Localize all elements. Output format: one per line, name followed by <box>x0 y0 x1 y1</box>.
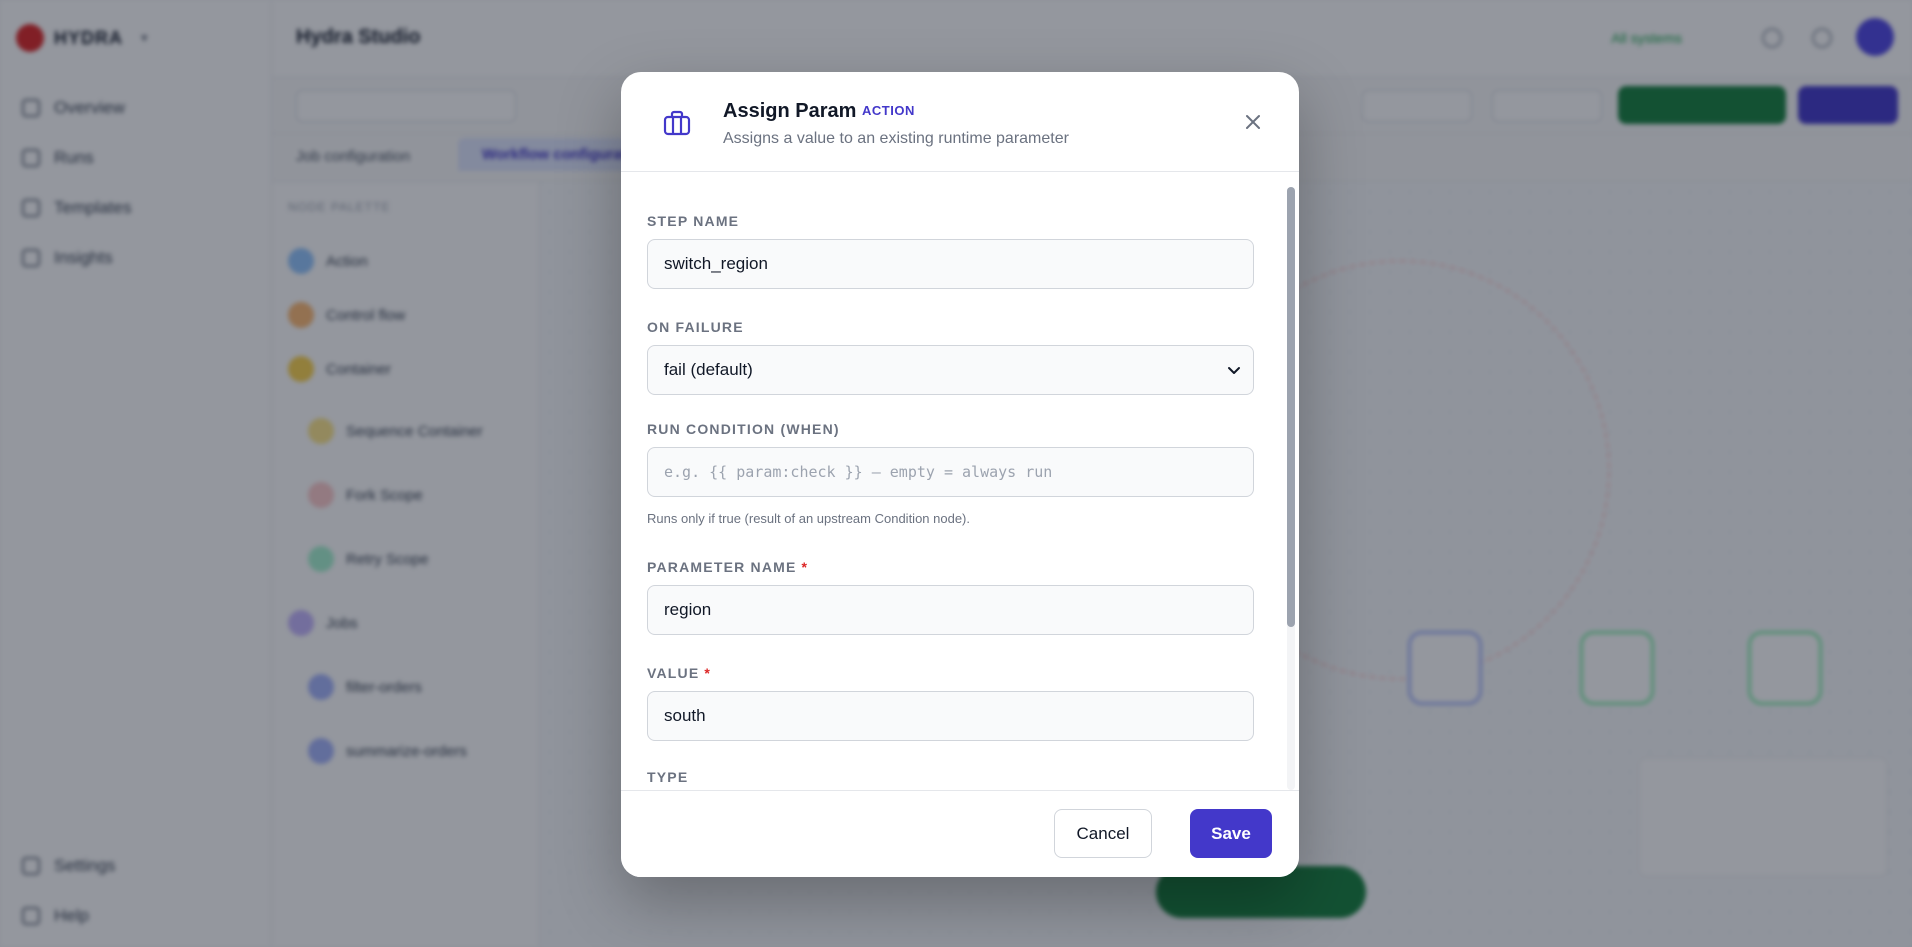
dialog-footer: Cancel Save <box>621 790 1299 877</box>
step-name-input[interactable]: switch_region <box>647 239 1254 289</box>
chevron-down-icon <box>1228 367 1240 374</box>
cancel-button[interactable]: Cancel <box>1054 809 1152 858</box>
value-value: south <box>664 706 706 725</box>
run-condition-placeholder: e.g. {{ param:check }} — empty = always … <box>664 463 1053 481</box>
dialog-subtitle: Assigns a value to an existing runtime p… <box>723 130 1069 147</box>
type-label: TYPE <box>647 769 689 785</box>
node-type-badge: ACTION <box>862 103 915 118</box>
parameter-name-value: region <box>664 600 712 619</box>
required-marker: * <box>704 665 712 681</box>
value-label: VALUE * <box>647 665 712 681</box>
assign-param-dialog: Assign Param ACTION Assigns a value to a… <box>621 72 1299 877</box>
required-marker: * <box>801 559 809 575</box>
close-button[interactable] <box>1241 110 1265 134</box>
run-condition-hint: Runs only if true (result of an upstream… <box>647 511 971 526</box>
on-failure-label: ON FAILURE <box>647 319 744 335</box>
dialog-scrollbar[interactable] <box>1287 187 1295 790</box>
parameter-name-input[interactable]: region <box>647 585 1254 635</box>
close-icon <box>1246 115 1260 129</box>
on-failure-select[interactable]: fail (default) <box>647 345 1254 395</box>
dialog-body[interactable]: STEP NAME switch_region ON FAILURE fail … <box>621 173 1299 790</box>
dialog-title: Assign Param <box>723 100 857 122</box>
briefcase-icon <box>663 110 691 136</box>
save-button[interactable]: Save <box>1190 809 1272 858</box>
step-name-label: STEP NAME <box>647 213 740 229</box>
dialog-header: Assign Param ACTION Assigns a value to a… <box>621 72 1299 172</box>
parameter-name-label: PARAMETER NAME * <box>647 559 809 575</box>
value-input[interactable]: south <box>647 691 1254 741</box>
step-name-value: switch_region <box>664 254 768 273</box>
run-condition-label: RUN CONDITION (WHEN) <box>647 421 840 437</box>
scrollbar-thumb[interactable] <box>1287 187 1295 627</box>
run-condition-input[interactable]: e.g. {{ param:check }} — empty = always … <box>647 447 1254 497</box>
on-failure-value: fail (default) <box>664 360 753 379</box>
